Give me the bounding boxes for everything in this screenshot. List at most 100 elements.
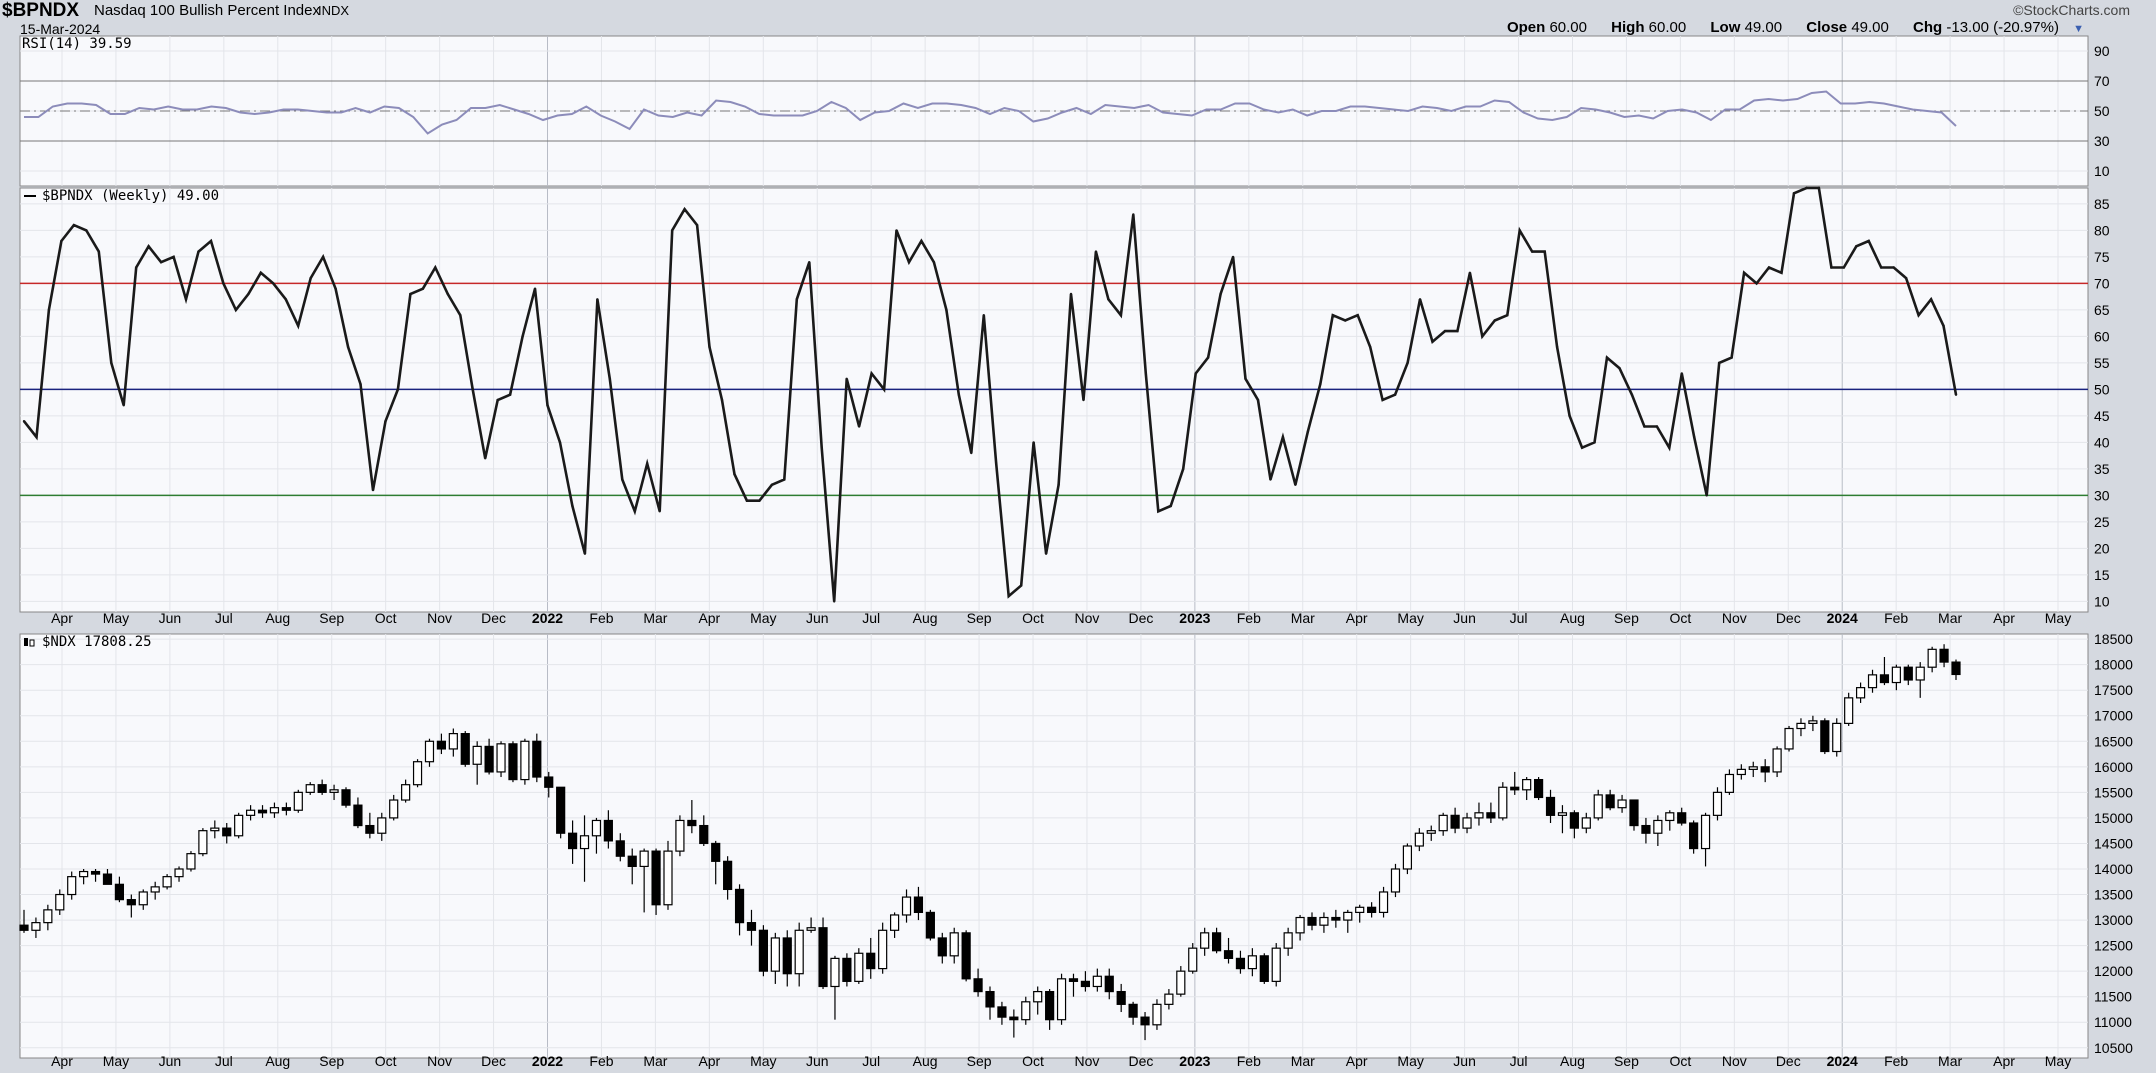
ndx-candle-body [281, 807, 291, 811]
x-tick-label: Sep [1614, 1053, 1639, 1069]
bp-point [745, 499, 749, 502]
bp-point [695, 223, 699, 227]
ndx-candle-body [1474, 812, 1484, 819]
ndx-candle-body [1462, 817, 1472, 829]
ndx-candle-body [460, 733, 470, 765]
x-tick-label: 2024 [1827, 1053, 1858, 1069]
x-tick-label: Aug [913, 610, 938, 626]
ndx-candle-body [639, 850, 649, 868]
ndx-candle-body [1116, 990, 1126, 1005]
panel-2-ytick: 15500 [2094, 784, 2133, 800]
ndx-candle-body [1498, 786, 1508, 819]
bp-point [1182, 467, 1185, 471]
x-tick-label: Aug [1560, 1053, 1585, 1069]
ndx-candle-body [1068, 978, 1079, 982]
ndx-candle-body [1617, 799, 1627, 809]
bp-point [882, 388, 886, 391]
ndx-candle-body [1867, 674, 1878, 689]
ndx-candle-body [520, 740, 530, 781]
ndx-candle-body [222, 827, 232, 837]
panel-1-ytick: 20 [2094, 540, 2110, 556]
bp-point [1817, 186, 1821, 190]
ndx-candle-body [1343, 911, 1353, 921]
ndx-candle-body [1533, 778, 1544, 799]
panel-0-ytick: 30 [2094, 133, 2110, 149]
panel-1-ytick: 25 [2094, 514, 2110, 530]
ndx-candle-body [484, 745, 494, 773]
ndx-candle-body [1211, 932, 1222, 952]
x-tick-label: Dec [481, 1053, 506, 1069]
ndx-candle-body [1689, 822, 1699, 850]
ndx-candle-body [699, 824, 709, 845]
ndx-candle-body [925, 911, 935, 939]
x-tick-label: Oct [375, 1053, 397, 1069]
x-tick-label: Jul [862, 1053, 880, 1069]
x-tick-label: Feb [1237, 1053, 1261, 1069]
ndx-candle-body [1605, 794, 1615, 809]
x-tick-label: Sep [967, 1053, 992, 1069]
bp-point [1281, 435, 1285, 439]
bp-point [1231, 255, 1235, 259]
bp-point [1904, 276, 1908, 280]
x-tick-label: May [2045, 1053, 2071, 1069]
x-tick-label: Oct [1022, 1053, 1044, 1069]
bp-point [346, 345, 350, 349]
bp-point [1917, 314, 1920, 317]
panel-1-ytick: 55 [2094, 355, 2110, 371]
bp-point [1830, 266, 1833, 269]
ndx-candle-body [365, 824, 375, 834]
bp-point [1730, 356, 1733, 359]
ndx-candle-body [544, 776, 554, 788]
bp-point [409, 292, 412, 296]
bp-point [496, 398, 499, 402]
x-tick-label: Mar [1291, 610, 1315, 626]
ndx-candle-body [1581, 817, 1591, 829]
x-tick-label: Apr [698, 610, 720, 626]
ndx-candle-body [1319, 916, 1329, 926]
bp-point [1880, 266, 1883, 269]
panel-1-ytick: 60 [2094, 328, 2110, 344]
x-tick-label: Apr [1346, 1053, 1368, 1069]
bp-point [1643, 425, 1646, 428]
ndx-candle-body [1736, 768, 1746, 776]
ndx-candle-body [138, 891, 148, 906]
bp-point [234, 308, 238, 312]
bp-point [396, 388, 400, 391]
bp-point [1456, 329, 1459, 333]
bp-point [371, 488, 375, 492]
ndx-candle-body [389, 799, 399, 819]
x-tick-label: Jun [806, 610, 829, 626]
x-tick-label: Feb [1237, 610, 1261, 626]
panel-2-ytick: 15000 [2094, 810, 2133, 826]
ndx-candle-body [758, 929, 769, 972]
x-tick-label: 2022 [532, 610, 563, 626]
bp-point [583, 552, 587, 555]
bp-point [646, 462, 649, 465]
ndx-candle-body [949, 932, 959, 957]
x-tick-label: Aug [913, 1053, 938, 1069]
ndx-candle-body [532, 740, 542, 778]
ndx-candle-body [889, 914, 900, 931]
ndx-candle-body [1426, 830, 1436, 834]
ndx-candle-body [818, 927, 828, 988]
ndx-candle-body [1152, 1003, 1162, 1026]
ndx-candle-body [401, 784, 411, 801]
ndx-candle-body [102, 873, 113, 885]
chart-canvas[interactable]: 10 30 50 70 90 10 15 20 25 30 35 40 45 50 55 60 65 70 75 80… [0, 0, 2156, 1073]
ndx-candle-body [257, 809, 268, 814]
x-tick-label: May [750, 610, 776, 626]
bp-point [259, 271, 263, 274]
bp-point [159, 261, 163, 264]
x-tick-label: 2023 [1179, 610, 1210, 626]
bp-point [1693, 435, 1696, 439]
x-tick-label: Aug [265, 610, 290, 626]
x-tick-label: Jun [806, 1053, 829, 1069]
ndx-candle-body [114, 883, 125, 901]
ndx-candle-body [1832, 722, 1842, 753]
bp-point [35, 435, 38, 439]
ndx-candle-body [1128, 1003, 1138, 1018]
x-tick-label: May [1397, 610, 1423, 626]
ndx-candle-body [1855, 687, 1866, 699]
ndx-candle-body [436, 740, 447, 750]
bp-point [783, 478, 786, 481]
